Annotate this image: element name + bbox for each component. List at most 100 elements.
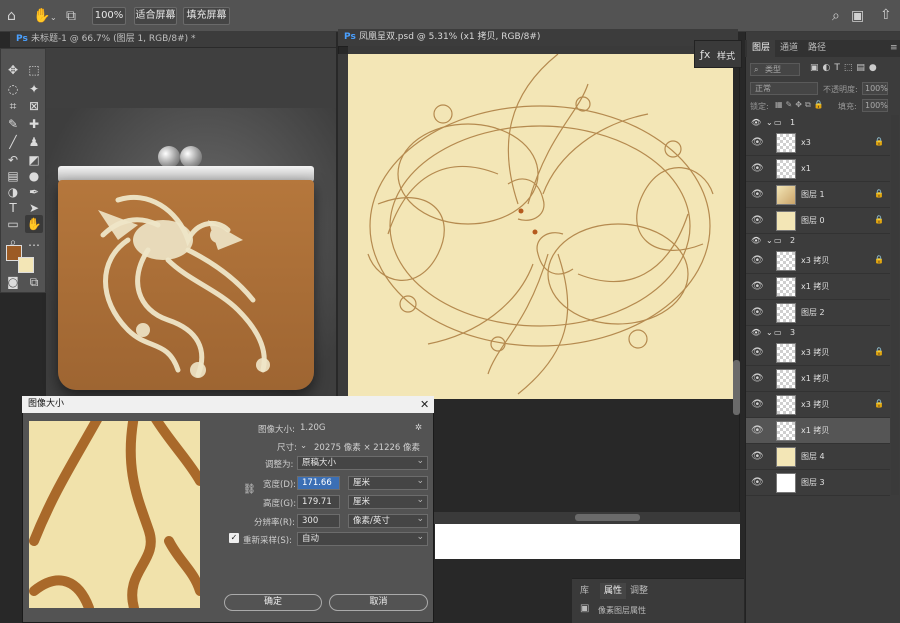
styles-popup[interactable]: ƒx 样式 <box>694 40 742 68</box>
ruler-horizontal[interactable] <box>348 46 733 54</box>
screen-mode-icon[interactable]: ⧉ <box>25 273 43 291</box>
ok-button[interactable]: 确定 <box>224 594 322 611</box>
width-input[interactable]: 171.66 <box>297 476 340 490</box>
doc1-tab[interactable]: Ps 未标题-1 @ 66.7% (图层 1, RGB/8#) * <box>10 31 336 48</box>
zoom-100-button[interactable]: 100% <box>92 7 126 25</box>
layer-kind-filter[interactable]: ⌕ 类型 <box>750 63 800 76</box>
lock-icons[interactable]: ▦✎✥⧉🔒 <box>775 100 827 110</box>
tab-adjustments[interactable]: 调整 <box>630 583 648 599</box>
resolution-input[interactable]: 300 <box>297 514 340 528</box>
crop-tool-icon[interactable]: ⌗ <box>4 97 22 115</box>
lasso-tool-icon[interactable]: ◌ <box>4 80 22 98</box>
gear-icon[interactable]: ✲ <box>415 423 422 433</box>
resample-select[interactable]: 自动 <box>297 531 428 546</box>
doc2-tab[interactable]: Ps 凤凰呈双.psd @ 5.31% (x1 拷贝, RGB/8#) <box>338 29 738 46</box>
blank-canvas-area <box>435 524 740 559</box>
chevron-down-icon[interactable]: ⌄ <box>300 441 307 451</box>
layer-row[interactable]: 👁 图层 4 <box>746 444 890 470</box>
fill-screen-button[interactable]: 填充屏幕 <box>183 7 230 25</box>
filter-icons[interactable]: ▣◐T⬚▤● <box>810 63 881 73</box>
layer-row[interactable]: 👁 x3 拷贝 🔒 <box>746 392 890 418</box>
fill-field[interactable]: 100% <box>862 99 888 112</box>
resample-checkbox[interactable]: ✓ <box>229 533 239 543</box>
healing-brush-icon[interactable]: ✚ <box>25 115 43 133</box>
eye-icon[interactable]: 👁 <box>751 137 764 148</box>
eye-icon[interactable]: 👁 <box>751 307 764 318</box>
eye-icon[interactable]: 👁 <box>751 373 764 384</box>
frame-tool-icon[interactable]: ⊠ <box>25 97 43 115</box>
tab-libraries[interactable]: 库 <box>580 583 589 599</box>
panel-menu-icon[interactable]: ≡ <box>885 40 900 57</box>
resolution-unit-select[interactable]: 像素/英寸 <box>348 513 428 528</box>
layer-row[interactable]: 👁 x1 拷贝 <box>746 418 890 444</box>
layer-row[interactable]: 👁 x1 拷贝 <box>746 274 890 300</box>
width-unit-select[interactable]: 厘米 <box>348 475 428 490</box>
chevron-down-icon[interactable]: ⌄ <box>50 11 57 25</box>
layer-group-row[interactable]: 👁 ⌄ ▭ 2 <box>746 234 890 248</box>
tab-paths[interactable]: 路径 <box>803 40 831 57</box>
eye-icon[interactable]: 👁 <box>751 347 764 358</box>
layer-row[interactable]: 👁 x3 拷贝 🔒 <box>746 340 890 366</box>
quick-mask-icon[interactable]: ◙ <box>4 273 22 291</box>
eye-icon[interactable]: 👁 <box>751 215 764 226</box>
layer-row[interactable]: 👁 x1 <box>746 156 890 182</box>
tab-properties[interactable]: 属性 <box>600 583 627 599</box>
eyedropper-icon[interactable]: ✎ <box>4 115 22 133</box>
ruler-vertical[interactable] <box>338 54 348 399</box>
layer-row[interactable]: 👁 图层 1 🔒 <box>746 182 890 208</box>
height-input[interactable]: 179.71 <box>297 495 340 509</box>
eye-icon[interactable]: 👁 <box>751 477 764 488</box>
eye-icon[interactable]: 👁 <box>751 451 764 462</box>
workspace-icon[interactable]: ▣ <box>851 9 864 23</box>
link-icon[interactable]: ⛓ <box>243 484 256 495</box>
chevron-down-icon[interactable]: ⌄ <box>766 234 773 248</box>
cancel-button[interactable]: 取消 <box>329 594 428 611</box>
layer-group-row[interactable]: 👁 ⌄ ▭ 1 <box>746 116 890 130</box>
layer-row[interactable]: 👁 图层 2 <box>746 300 890 326</box>
eye-icon[interactable]: 👁 <box>751 255 764 266</box>
phoenix-line-art-canvas[interactable] <box>348 53 733 399</box>
magic-wand-icon[interactable]: ✦ <box>25 80 43 98</box>
layer-row[interactable]: 👁 图层 0 🔒 <box>746 208 890 234</box>
move-tool-icon[interactable]: ✥ <box>4 61 22 79</box>
close-icon[interactable]: ✕ <box>420 398 429 411</box>
tab-layers[interactable]: 图层 <box>747 40 776 57</box>
search-icon[interactable]: ⌕ <box>832 9 840 23</box>
chevron-down-icon[interactable]: ⌄ <box>766 116 773 130</box>
eye-icon[interactable]: 👁 <box>751 399 764 410</box>
scroll-all-windows-icon[interactable]: ⧉ <box>66 9 76 23</box>
home-icon[interactable]: ⌂ <box>7 9 16 23</box>
image-preview[interactable] <box>29 421 200 608</box>
eye-icon[interactable]: 👁 <box>751 163 764 174</box>
fit-screen-button[interactable]: 适合屏幕 <box>134 7 177 25</box>
shape-tool-icon[interactable]: ▭ <box>4 215 22 233</box>
eye-icon[interactable]: 👁 <box>751 189 764 200</box>
layer-row[interactable]: 👁 图层 3 <box>746 470 890 496</box>
horizontal-scrollbar[interactable] <box>575 514 640 521</box>
chevron-down-icon[interactable]: ⌄ <box>766 326 773 340</box>
background-color-swatch[interactable] <box>18 257 34 273</box>
tab-channels[interactable]: 通道 <box>775 40 803 57</box>
stamp-tool-icon[interactable]: ♟ <box>25 133 43 151</box>
hand-tool-icon[interactable]: ✋ <box>25 215 43 233</box>
blend-mode-select[interactable]: 正常 <box>750 82 818 95</box>
layer-group-row[interactable]: 👁 ⌄ ▭ 3 <box>746 326 890 340</box>
marquee-tool-icon[interactable]: ⬚ <box>25 61 43 79</box>
hand-tool-icon[interactable]: ✋ <box>33 9 50 23</box>
vertical-scrollbar[interactable] <box>733 360 740 415</box>
layer-row[interactable]: 👁 x3 拷贝 🔒 <box>746 248 890 274</box>
layer-row[interactable]: 👁 x3 🔒 <box>746 130 890 156</box>
brush-tool-icon[interactable]: ╱ <box>4 133 22 151</box>
layer-row[interactable]: 👁 x1 拷贝 <box>746 366 890 392</box>
share-icon[interactable]: ⇧ <box>880 8 892 22</box>
eye-icon[interactable]: 👁 <box>751 326 761 340</box>
eye-icon[interactable]: 👁 <box>751 425 764 436</box>
eye-icon[interactable]: 👁 <box>751 281 764 292</box>
eye-icon[interactable]: 👁 <box>751 116 761 130</box>
layers-scrollbar[interactable] <box>891 115 899 495</box>
fit-to-select[interactable]: 原稿大小 <box>297 455 428 470</box>
more-tools-icon[interactable]: … <box>25 233 43 251</box>
eye-icon[interactable]: 👁 <box>751 234 761 248</box>
opacity-field[interactable]: 100% <box>862 82 888 95</box>
height-unit-select[interactable]: 厘米 <box>348 494 428 509</box>
